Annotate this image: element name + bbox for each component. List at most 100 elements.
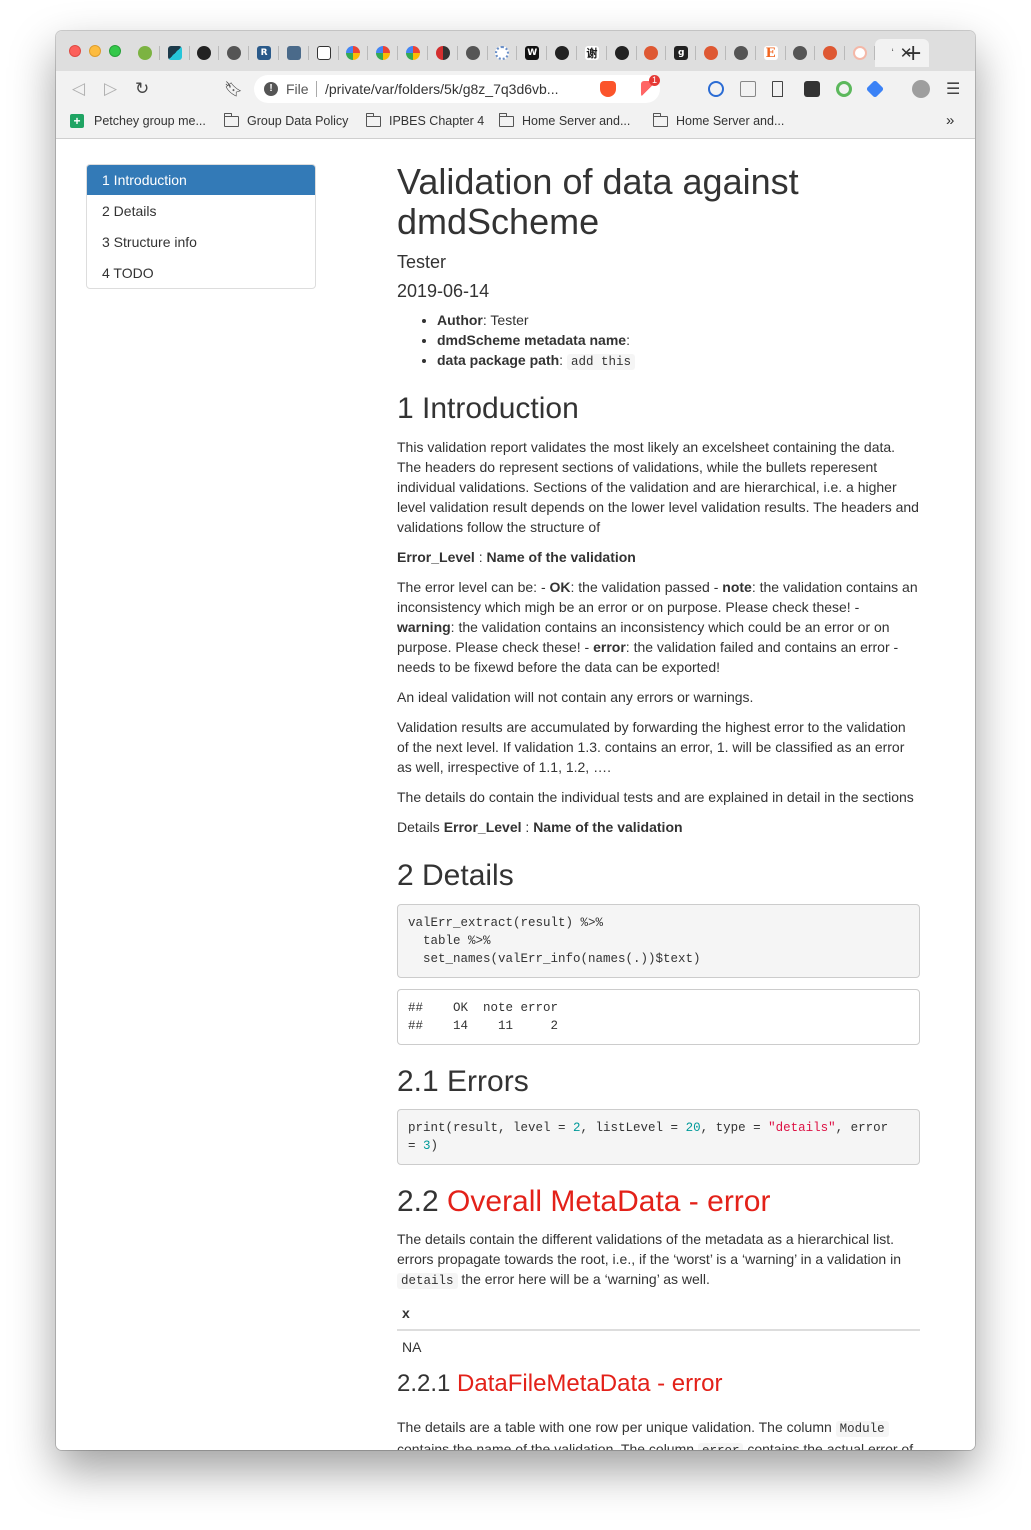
leaf-icon: [137, 46, 152, 60]
tab[interactable]: [815, 39, 845, 67]
bookmarks-bar: + Petchey group me... Group Data Policy I…: [56, 107, 975, 139]
google-photos-icon: [376, 46, 391, 60]
code-text: print(result, level =: [408, 1121, 574, 1135]
inline-code: error: [697, 1443, 744, 1450]
code-text: , type =: [700, 1121, 769, 1135]
reload-button[interactable]: ↻: [135, 79, 149, 99]
tab[interactable]: [845, 39, 875, 67]
tab[interactable]: [726, 39, 756, 67]
code-number: 2: [573, 1121, 581, 1135]
tab[interactable]: [488, 39, 518, 67]
zoom-window-button[interactable]: [109, 45, 121, 57]
profile-avatar[interactable]: [912, 80, 930, 98]
sync-icon[interactable]: [836, 81, 852, 97]
url-scheme: File: [286, 81, 309, 97]
kite-icon: [167, 46, 182, 60]
metadata-list: Author: Tester dmdScheme metadata name: …: [397, 310, 960, 372]
bold-text: error: [593, 639, 626, 655]
bookmarks-overflow-button[interactable]: »: [946, 112, 954, 129]
code-line: valErr_extract(result) %>%: [408, 916, 604, 930]
toc-item-details[interactable]: 2 Details: [87, 195, 315, 226]
tab[interactable]: [130, 39, 160, 67]
tab[interactable]: [786, 39, 816, 67]
tab-list: R W 谢 g E ‘ ✕: [130, 39, 929, 71]
code-text: , listLevel =: [580, 1121, 686, 1135]
page-content: 1 Introduction 2 Details 3 Structure inf…: [56, 139, 975, 1450]
tab[interactable]: [368, 39, 398, 67]
close-window-button[interactable]: [69, 45, 81, 57]
heading-error-text: DataFileMetaData - error: [457, 1370, 723, 1397]
tab[interactable]: [190, 39, 220, 67]
tab[interactable]: 谢: [577, 39, 607, 67]
folder-icon: [223, 112, 239, 127]
text: contains the actual error of: [743, 1441, 914, 1450]
brave-shield-icon[interactable]: [600, 81, 616, 97]
bookmark-item[interactable]: Home Server and...: [498, 112, 631, 128]
toc-item-introduction[interactable]: 1 Introduction: [87, 165, 315, 195]
intro-paragraph: This validation report validates the mos…: [397, 439, 919, 535]
forward-button[interactable]: ▷: [104, 79, 117, 99]
page-title: Validation of data against dmdScheme: [397, 161, 799, 242]
nodes-icon: [495, 46, 510, 60]
tab[interactable]: W: [517, 39, 547, 67]
tab[interactable]: [160, 39, 190, 67]
bookmark-item[interactable]: IPBES Chapter 4: [365, 112, 484, 128]
tab[interactable]: [309, 39, 339, 67]
tab[interactable]: [547, 39, 577, 67]
tab[interactable]: [458, 39, 488, 67]
capture-icon[interactable]: [804, 81, 820, 97]
table-cell: NA: [402, 1339, 422, 1355]
g-letter-icon: g: [674, 46, 689, 60]
page-icon[interactable]: [740, 81, 756, 97]
duckduckgo-icon: [704, 46, 719, 60]
author-heading: Tester: [397, 252, 447, 272]
tab[interactable]: R: [249, 39, 279, 67]
toc-item-todo[interactable]: 4 TODO: [87, 257, 315, 288]
tab[interactable]: [279, 39, 309, 67]
bookmark-item[interactable]: Home Server and...: [652, 112, 784, 128]
tab[interactable]: g: [666, 39, 696, 67]
bookmark-list-icon[interactable]: [772, 81, 783, 97]
toc-item-structure-info[interactable]: 3 Structure info: [87, 226, 315, 257]
tab[interactable]: E: [756, 39, 786, 67]
url-text[interactable]: /private/var/folders/5k/g8z_7q3d6vb...: [325, 81, 558, 97]
tab[interactable]: [398, 39, 428, 67]
inline-code: details: [397, 1273, 458, 1289]
date-heading: 2019-06-14: [397, 281, 490, 301]
bookmark-item[interactable]: + Petchey group me...: [70, 114, 206, 128]
globe-icon: [733, 46, 748, 60]
text: :: [521, 819, 534, 835]
password-manager-icon[interactable]: [708, 81, 724, 97]
code-string: "details": [768, 1121, 836, 1135]
info-icon[interactable]: !: [264, 82, 278, 96]
brave-rewards-icon[interactable]: 1: [641, 75, 661, 97]
heading-number: 2.2.1: [397, 1370, 458, 1397]
bold-text: Error_Level: [397, 549, 475, 565]
extension-icon[interactable]: [865, 79, 885, 99]
etsy-icon: E: [763, 46, 778, 61]
sheets-icon: +: [70, 114, 84, 128]
tab[interactable]: [219, 39, 249, 67]
tab[interactable]: [339, 39, 369, 67]
new-tab-button[interactable]: +: [904, 41, 922, 66]
menu-icon[interactable]: ☰: [946, 79, 960, 98]
slides-icon: [435, 46, 450, 60]
tab[interactable]: [428, 39, 458, 67]
back-button[interactable]: ◁: [72, 79, 85, 99]
section-heading-errors: 2.1 Errors: [397, 1065, 529, 1098]
github-icon: [555, 46, 570, 60]
bookmark-item[interactable]: Group Data Policy: [223, 112, 348, 128]
code-block-errors: print(result, level = 2, listLevel = 20,…: [397, 1109, 920, 1165]
tab[interactable]: [607, 39, 637, 67]
minimize-window-button[interactable]: [89, 45, 101, 57]
datafile-paragraph: The details are a table with one row per…: [397, 1417, 920, 1450]
globe-icon: [793, 46, 808, 60]
author-value: : Tester: [482, 312, 529, 328]
bookmark-icon[interactable]: 🔖︎: [224, 80, 243, 98]
wikipedia-icon: W: [525, 46, 540, 60]
tab[interactable]: [696, 39, 726, 67]
folder-icon: [365, 112, 381, 127]
bookmark-label: Home Server and...: [522, 114, 631, 128]
tab[interactable]: [637, 39, 667, 67]
heading-error-text: Overall MetaData - error: [447, 1185, 771, 1218]
